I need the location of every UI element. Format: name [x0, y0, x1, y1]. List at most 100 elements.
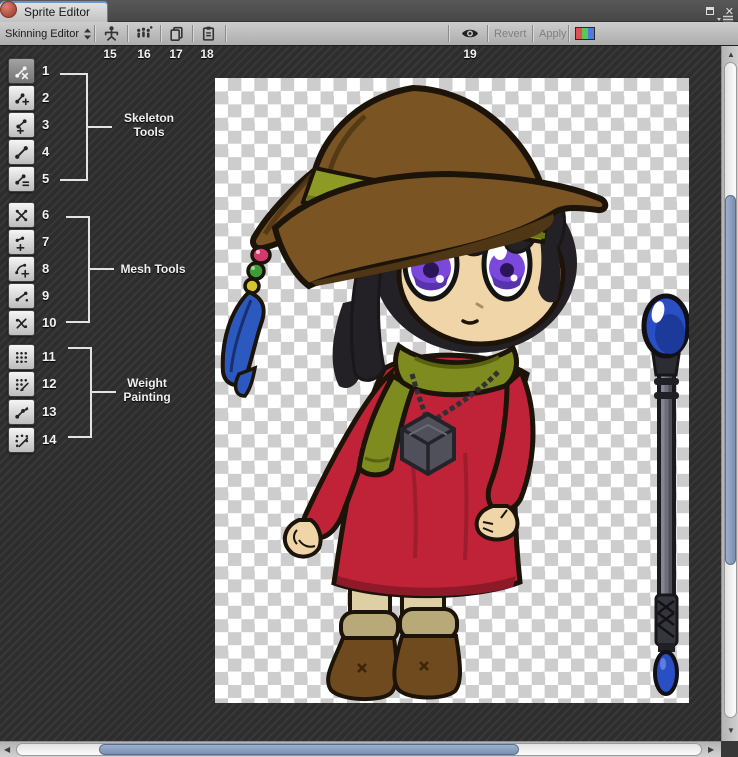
character-mode-button[interactable] — [103, 22, 120, 45]
skeleton-tools-bracket — [60, 73, 88, 181]
color-overlay-button[interactable] — [575, 22, 595, 45]
toolbar-separator — [94, 25, 95, 42]
scroll-up-button[interactable]: ▲ — [727, 51, 735, 59]
paste-icon — [200, 25, 217, 42]
edge-dots-icon — [13, 288, 30, 305]
bone-cross-icon — [13, 63, 30, 80]
toolbar-separator — [160, 25, 161, 42]
bone-plus-below-icon — [13, 117, 30, 134]
tool-number: 8 — [42, 261, 66, 276]
tool-5-button[interactable] — [8, 166, 35, 192]
tool-13-button[interactable] — [8, 399, 35, 425]
dot-slash-icon — [13, 432, 30, 449]
bone-list-icon — [13, 171, 30, 188]
tool-14-button[interactable] — [8, 427, 35, 453]
workspace: 15 16 17 18 19 1 2 3 — [0, 46, 738, 741]
edge-plus-icon — [13, 261, 30, 278]
tool-11-button[interactable] — [8, 344, 35, 370]
mode-dropdown-label: Skinning Editor — [5, 28, 79, 40]
horizontal-scroll-track[interactable] — [16, 743, 702, 756]
weight-painting-label: Weight Painting — [112, 376, 182, 404]
paste-button[interactable] — [200, 22, 217, 45]
toolbar-separator — [487, 25, 488, 42]
revert-label: Revert — [494, 28, 526, 40]
eye-icon — [460, 26, 480, 41]
maximize-icon — [706, 7, 714, 15]
staff-graphic — [644, 296, 688, 694]
annotation-number: 17 — [169, 47, 182, 61]
scroll-down-button[interactable]: ▼ — [727, 727, 735, 735]
toolbar-separator — [568, 25, 569, 42]
vertical-scroll-track[interactable] — [724, 62, 737, 718]
crossed-bones-icon — [13, 207, 30, 224]
visibility-button[interactable] — [460, 22, 480, 45]
split-edge-icon — [13, 315, 30, 332]
dropdown-arrows-icon — [83, 27, 92, 41]
annotation-number: 19 — [463, 47, 476, 61]
skeleton-tools-label: Skeleton Tools — [114, 111, 184, 139]
scroll-left-button[interactable]: ◀ — [4, 746, 10, 754]
scrollbar-corner — [721, 741, 738, 757]
tool-number: 11 — [42, 349, 66, 364]
tool-number: 9 — [42, 288, 66, 303]
vertex-plus-icon — [13, 234, 30, 251]
horizontal-scrollbar[interactable]: ◀ ▶ — [0, 741, 721, 757]
tool-12-button[interactable] — [8, 371, 35, 397]
mesh-tools-bracket-stub — [90, 268, 114, 270]
toolbar-separator — [127, 25, 128, 42]
apply-button[interactable]: Apply — [539, 22, 567, 45]
tool-9-button[interactable] — [8, 283, 35, 309]
weight-painting-bracket — [68, 347, 92, 438]
tool-number: 14 — [42, 432, 66, 447]
tool-number: 13 — [42, 404, 66, 419]
bone-plus-right-icon — [13, 90, 30, 107]
toolbar-separator — [225, 25, 226, 42]
toolbar: Skinning Editor — [0, 22, 738, 46]
tool-7-button[interactable] — [8, 229, 35, 255]
character-sprite-image — [215, 78, 689, 703]
toolbar-separator — [448, 25, 449, 42]
vertical-scroll-thumb[interactable] — [725, 195, 736, 565]
tool-number: 12 — [42, 376, 66, 391]
annotation-number: 15 — [103, 47, 116, 61]
sprite-canvas[interactable] — [215, 78, 689, 703]
annotation-number: 16 — [137, 47, 150, 61]
character-graphic — [223, 88, 606, 699]
copy-icon — [168, 25, 185, 42]
tab-title: Sprite Editor — [24, 5, 90, 19]
rgb-swatch-icon — [575, 27, 595, 40]
tool-3-button[interactable] — [8, 112, 35, 138]
tool-8-button[interactable] — [8, 256, 35, 282]
tool-number: 10 — [42, 315, 66, 330]
scroll-right-button[interactable]: ▶ — [708, 746, 714, 754]
maximize-button[interactable] — [706, 7, 714, 18]
bone-icon — [13, 144, 30, 161]
revert-button[interactable]: Revert — [494, 22, 526, 45]
dot-grid-icon — [13, 349, 30, 366]
skeleton-tools-bracket-stub — [88, 126, 112, 128]
bone-brush-icon — [13, 404, 30, 421]
record-dot-icon — [0, 1, 17, 18]
dot-grid-pen-icon — [13, 376, 30, 393]
apply-label: Apply — [539, 28, 567, 40]
tool-number: 6 — [42, 207, 66, 222]
title-bar: Sprite Editor ✕ — [0, 0, 738, 22]
tool-1-button[interactable] — [8, 58, 35, 84]
copy-button[interactable] — [168, 22, 185, 45]
tool-10-button[interactable] — [8, 310, 35, 336]
character-icon — [103, 25, 120, 42]
toolbar-separator — [532, 25, 533, 42]
tool-number: 7 — [42, 234, 66, 249]
mode-dropdown[interactable]: Skinning Editor — [5, 22, 92, 45]
mesh-tools-bracket — [66, 216, 90, 323]
toolbar-separator — [192, 25, 193, 42]
sprite-editor-window: Sprite Editor ✕ Skinning Editor — [0, 0, 738, 757]
tool-2-button[interactable] — [8, 85, 35, 111]
tool-6-button[interactable] — [8, 202, 35, 228]
horizontal-scroll-thumb[interactable] — [99, 744, 519, 755]
vertical-scrollbar[interactable]: ▲ ▼ — [721, 46, 738, 741]
tool-4-button[interactable] — [8, 139, 35, 165]
sprite-sheet-icon — [135, 25, 153, 42]
annotation-number: 18 — [200, 47, 213, 61]
sprite-sheet-mode-button[interactable] — [135, 22, 153, 45]
